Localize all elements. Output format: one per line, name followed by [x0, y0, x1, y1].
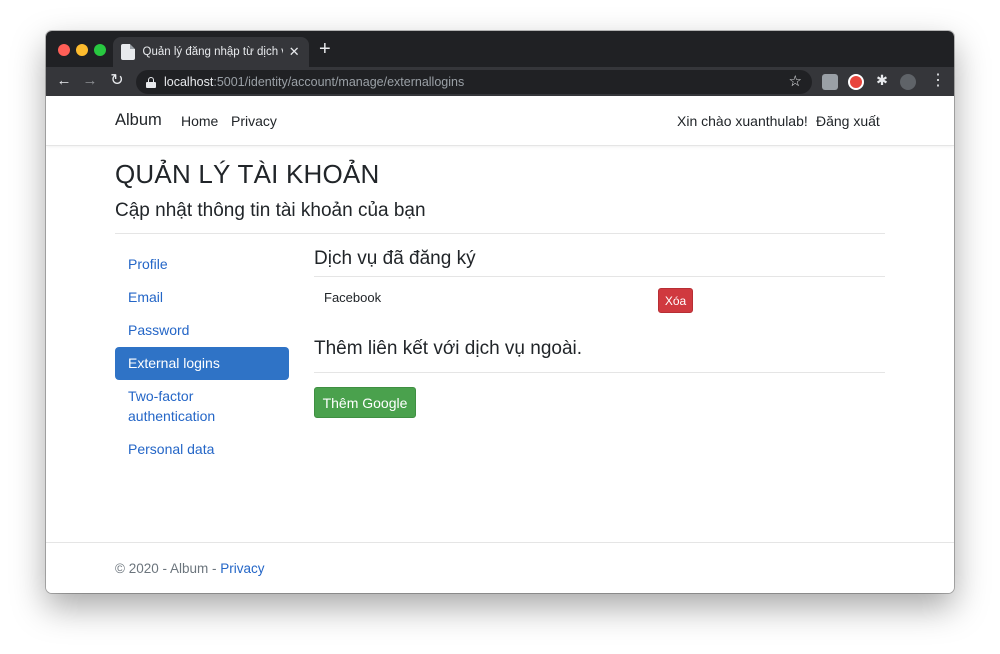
page-icon [121, 44, 135, 60]
brand-link[interactable]: Album [115, 111, 162, 130]
page-content: Album Home Privacy Xin chào xuanthulab! … [46, 96, 954, 593]
url-text: localhost:5001/identity/account/manage/e… [164, 75, 464, 89]
site-footer: © 2020 - Album - Privacy [46, 542, 954, 593]
page-subtitle: Cập nhật thông tin tài khoản của bạn [115, 200, 426, 221]
login-provider-name: Facebook [324, 290, 382, 305]
extension-cast-icon[interactable] [822, 74, 838, 90]
add-service-heading: Thêm liên kết với dịch vụ ngoài. [314, 338, 583, 359]
nav-privacy-link[interactable]: Privacy [231, 113, 277, 129]
nav-greeting-link[interactable]: Xin chào xuanthulab! [677, 113, 808, 129]
bookmark-star-icon[interactable]: ☆ [789, 72, 802, 90]
footer-text: © 2020 - Album - Privacy [115, 561, 265, 576]
lock-icon[interactable] [146, 76, 156, 88]
nav-home-link[interactable]: Home [181, 113, 218, 129]
sidebar-item-email[interactable]: Email [115, 281, 289, 314]
back-button[interactable]: ← [54, 71, 74, 91]
tab-title: Quản lý đăng nhập từ dịch vụ n [142, 46, 284, 58]
tab-strip: Quản lý đăng nhập từ dịch vụ n ✕ + [46, 31, 954, 67]
nav-logout-button[interactable]: Đăng xuất [816, 113, 880, 129]
sidebar-item-profile[interactable]: Profile [115, 248, 289, 281]
sidebar-item-two-factor[interactable]: Two-factor authentication [115, 380, 289, 433]
forward-button[interactable]: → [80, 71, 100, 91]
sidebar-item-personal-data[interactable]: Personal data [115, 433, 289, 466]
remove-login-button[interactable]: Xóa [658, 288, 693, 313]
url-host: localhost [164, 75, 214, 89]
minimize-window-button[interactable] [76, 44, 88, 56]
site-navbar: Album Home Privacy Xin chào xuanthulab! … [46, 96, 954, 146]
sidebar-item-password[interactable]: Password [115, 314, 289, 347]
footer-privacy-link[interactable]: Privacy [220, 561, 264, 576]
page-title: QUẢN LÝ TÀI KHOẢN [115, 159, 380, 189]
sidebar-item-external-logins[interactable]: External logins [115, 347, 289, 380]
registered-services-heading: Dịch vụ đã đăng ký [314, 248, 476, 269]
divider [314, 276, 885, 277]
extensions-puzzle-icon[interactable]: ✱ [874, 72, 890, 88]
address-bar[interactable]: localhost:5001/identity/account/manage/e… [136, 70, 812, 94]
browser-toolbar: ← → ↻ localhost:5001/identity/account/ma… [46, 67, 954, 96]
reload-button[interactable]: ↻ [107, 71, 127, 91]
new-tab-button[interactable]: + [319, 39, 331, 59]
browser-tab[interactable]: Quản lý đăng nhập từ dịch vụ n ✕ [113, 37, 309, 67]
url-path: :5001/identity/account/manage/externallo… [213, 75, 465, 89]
extension-record-icon[interactable] [848, 74, 864, 90]
divider [115, 233, 885, 234]
profile-avatar-icon[interactable] [900, 74, 916, 90]
browser-window: Quản lý đăng nhập từ dịch vụ n ✕ + ← → ↻… [46, 31, 954, 593]
browser-menu-icon[interactable]: ⋮ [930, 72, 946, 90]
maximize-window-button[interactable] [94, 44, 106, 56]
close-window-button[interactable] [58, 44, 70, 56]
add-google-button[interactable]: Thêm Google [314, 387, 416, 418]
footer-copyright: © 2020 - Album - [115, 561, 221, 576]
divider [314, 372, 885, 373]
manage-sidebar: Profile Email Password External logins T… [115, 248, 289, 466]
close-tab-icon[interactable]: ✕ [287, 44, 301, 60]
